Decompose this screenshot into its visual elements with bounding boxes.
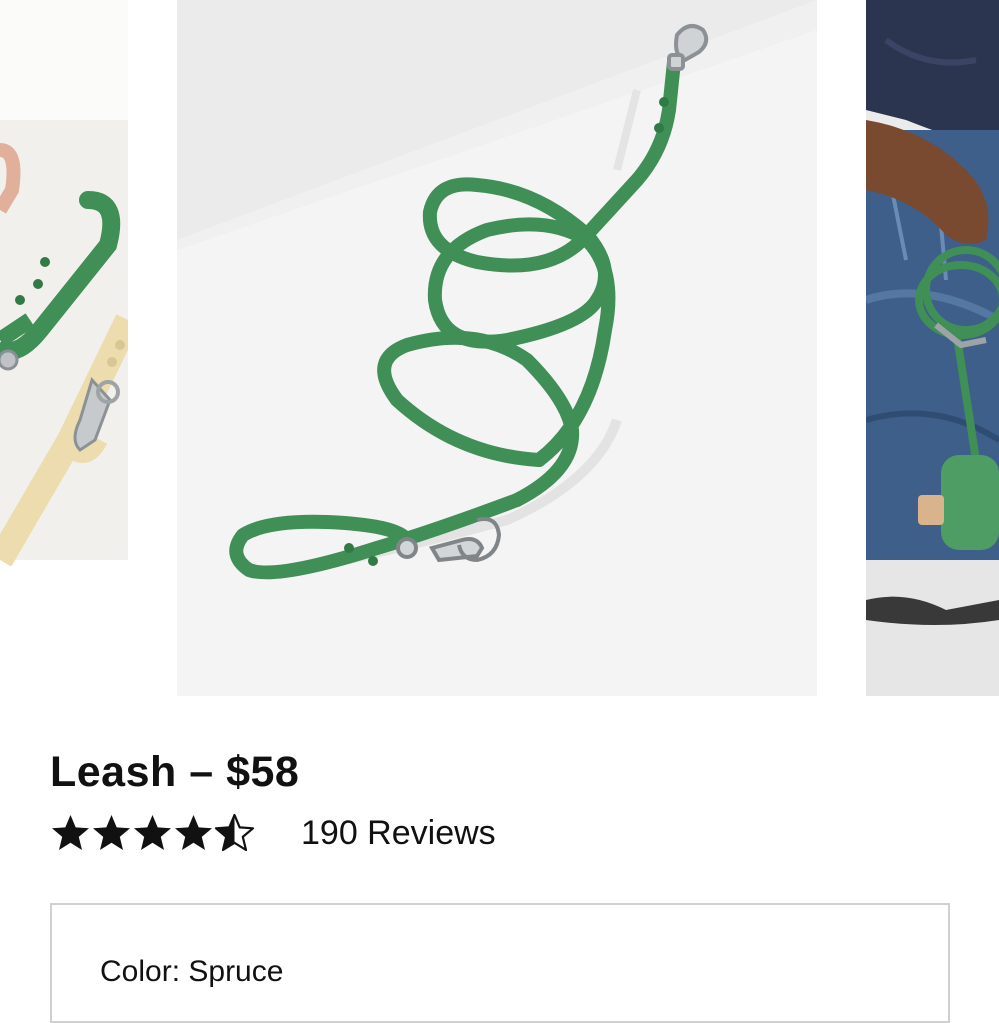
leashes-flatlay-graphic (0, 0, 128, 696)
spruce-leash-graphic (177, 0, 817, 696)
star-full-icon (175, 815, 212, 850)
star-full-icon (52, 815, 89, 850)
model-with-leash-graphic (866, 0, 999, 696)
spruce-leash-image[interactable] (177, 0, 817, 696)
star-full-icon (134, 815, 171, 850)
rating-row[interactable]: 190 Reviews (50, 810, 496, 856)
star-rating[interactable] (50, 810, 255, 856)
color-label: Color: (100, 955, 181, 988)
product-image-carousel[interactable] (0, 0, 999, 696)
color-selector[interactable]: Color: Spruce (50, 903, 950, 1023)
star-full-icon (93, 815, 130, 850)
product-title: Leash – $58 (50, 748, 300, 796)
color-value: Spruce (188, 955, 284, 988)
color-label-line: Color: Spruce (100, 955, 283, 989)
leashes-flatlay-image[interactable] (0, 0, 128, 696)
reviews-link[interactable]: 190 Reviews (301, 814, 496, 853)
star-half-icon (214, 813, 255, 852)
model-with-leash-image[interactable] (866, 0, 999, 696)
